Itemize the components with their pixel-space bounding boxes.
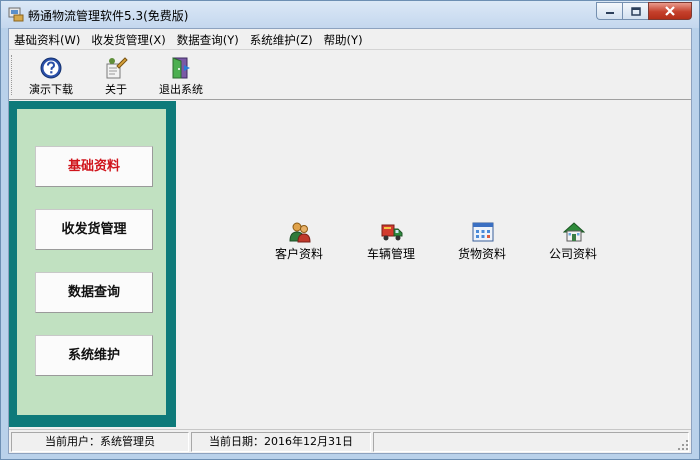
maximize-icon — [630, 6, 641, 16]
feature-goods[interactable]: 货物资料 — [444, 221, 520, 265]
app-window: 畅通物流管理软件5.3(免费版) 基础资料(W) 收发货管理(X) 数据查询(Y… — [0, 0, 700, 460]
feature-label: 货物资料 — [457, 247, 506, 261]
feature-label: 车辆管理 — [366, 247, 415, 261]
menu-data-query[interactable]: 数据查询(Y) — [172, 29, 245, 49]
menu-system-maintenance[interactable]: 系统维护(Z) — [245, 29, 319, 49]
toolbar: 演示下载 关于 退出系统 — [9, 49, 691, 100]
menu-shipping[interactable]: 收发货管理(X) — [86, 29, 171, 49]
customers-icon — [289, 222, 311, 243]
main-content: 客户资料 车辆管理 货物资料 公司资料 — [177, 101, 691, 427]
nav-system-maintenance-button[interactable]: 系统维护 — [35, 335, 153, 376]
status-current-date: 当前日期：2016年12月31日 — [191, 432, 371, 452]
toolbar-label: 演示下载 — [29, 83, 73, 96]
company-icon — [563, 222, 585, 242]
toolbar-grip[interactable] — [11, 55, 14, 95]
help-icon — [40, 57, 62, 79]
feature-vehicles[interactable]: 车辆管理 — [353, 221, 429, 265]
toolbar-label: 关于 — [105, 83, 127, 96]
demo-download-button[interactable]: 演示下载 — [23, 53, 79, 97]
nav-shipping-button[interactable]: 收发货管理 — [35, 209, 153, 250]
minimize-button[interactable] — [596, 2, 622, 20]
toolbar-label: 退出系统 — [159, 83, 203, 96]
exit-system-button[interactable]: 退出系统 — [151, 53, 211, 97]
feature-label: 公司资料 — [548, 247, 597, 261]
menu-basic-data[interactable]: 基础资料(W) — [9, 29, 86, 49]
about-button[interactable]: 关于 — [91, 53, 141, 97]
feature-label: 客户资料 — [274, 247, 323, 261]
title-bar[interactable]: 畅通物流管理软件5.3(免费版) — [1, 1, 699, 28]
vehicle-icon — [381, 224, 403, 241]
nav-basic-data-button[interactable]: 基础资料 — [35, 146, 153, 187]
menu-bar: 基础资料(W) 收发货管理(X) 数据查询(Y) 系统维护(Z) 帮助(Y) — [9, 29, 691, 49]
minimize-icon — [605, 12, 614, 14]
feature-customers[interactable]: 客户资料 — [261, 221, 337, 265]
close-button[interactable] — [648, 2, 692, 20]
about-icon — [106, 57, 128, 79]
app-icon — [8, 7, 24, 22]
window-title: 畅通物流管理软件5.3(免费版) — [28, 9, 189, 23]
menu-help[interactable]: 帮助(Y) — [319, 29, 369, 49]
status-bar: 当前用户：系统管理员 当前日期：2016年12月31日 — [9, 429, 691, 453]
feature-company[interactable]: 公司资料 — [535, 221, 611, 265]
window-controls — [596, 2, 692, 20]
nav-panel-inner: 基础资料 收发货管理 数据查询 系统维护 — [17, 109, 166, 415]
status-empty-pane — [373, 432, 689, 452]
close-icon — [665, 6, 675, 16]
status-current-user: 当前用户：系统管理员 — [11, 432, 189, 452]
nav-data-query-button[interactable]: 数据查询 — [35, 272, 153, 313]
nav-panel: 基础资料 收发货管理 数据查询 系统维护 — [9, 101, 176, 427]
exit-door-icon — [172, 57, 190, 79]
client-area: 基础资料(W) 收发货管理(X) 数据查询(Y) 系统维护(Z) 帮助(Y) 演… — [8, 28, 692, 454]
goods-icon — [472, 222, 494, 242]
maximize-button[interactable] — [622, 2, 648, 20]
resize-grip-icon[interactable] — [677, 439, 689, 451]
